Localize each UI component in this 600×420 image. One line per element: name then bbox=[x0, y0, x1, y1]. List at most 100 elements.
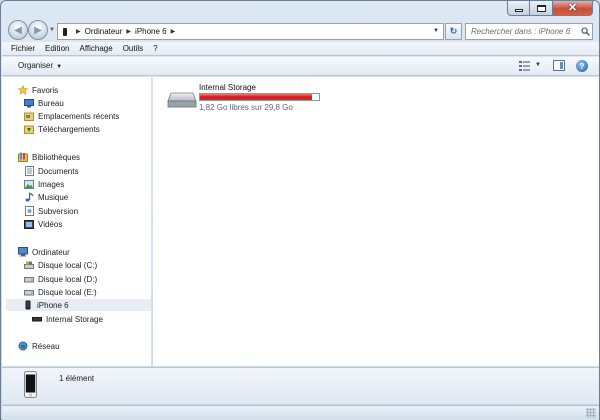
preview-pane-button[interactable] bbox=[553, 60, 565, 71]
tree-network[interactable]: Réseau bbox=[18, 340, 60, 352]
drive-icon bbox=[24, 287, 34, 297]
chevron-down-icon: ▼ bbox=[56, 64, 63, 70]
chevron-down-icon[interactable]: ▼ bbox=[535, 62, 541, 68]
tree-label: Bureau bbox=[38, 98, 64, 108]
navigation-pane: Favoris Bureau Emplacements récents Télé… bbox=[2, 77, 152, 366]
menu-help[interactable]: ? bbox=[148, 44, 162, 53]
menu-affichage[interactable]: Affichage bbox=[74, 44, 117, 53]
navigation-row: ◀ ▶ ▼ ▶ Ordinateur ▶ iPhone 6 ▶ ▼ ↻ Rech… bbox=[1, 18, 599, 42]
storage-icon bbox=[32, 314, 42, 324]
tree-label: Images bbox=[38, 179, 65, 189]
menu-bar: Fichier Edition Affichage Outils ? bbox=[2, 42, 599, 56]
help-icon: ? bbox=[579, 61, 585, 71]
view-options-icon bbox=[519, 61, 530, 71]
phone-icon bbox=[24, 371, 37, 398]
organize-button[interactable]: Organiser ▼ bbox=[18, 61, 62, 70]
chevron-right-icon[interactable]: ▶ bbox=[171, 28, 176, 35]
arrow-right-icon: ▶ bbox=[34, 24, 42, 36]
chevron-right-icon[interactable]: ▶ bbox=[126, 28, 131, 35]
recent-pages-dropdown[interactable]: ▼ bbox=[49, 27, 55, 33]
search-placeholder: Rechercher dans : iPhone 6 bbox=[471, 27, 571, 36]
tree-label: Disque local (C:) bbox=[38, 260, 98, 270]
images-icon bbox=[24, 179, 34, 189]
maximize-button[interactable] bbox=[530, 1, 553, 16]
drive-usage-fill bbox=[200, 94, 312, 100]
back-button[interactable]: ◀ bbox=[8, 20, 28, 40]
search-input[interactable]: Rechercher dans : iPhone 6 bbox=[465, 23, 593, 40]
tree-item-images[interactable]: Images bbox=[24, 178, 64, 190]
tree-label: Musique bbox=[38, 192, 69, 202]
computer-icon bbox=[18, 247, 28, 257]
drive-icon bbox=[24, 274, 34, 284]
tree-libraries[interactable]: Bibliothèques bbox=[18, 151, 80, 163]
tree-item-videos[interactable]: Vidéos bbox=[24, 218, 62, 230]
menu-outils[interactable]: Outils bbox=[118, 44, 148, 53]
star-icon bbox=[18, 85, 28, 95]
tree-item-recent-places[interactable]: Emplacements récents bbox=[24, 110, 119, 122]
tree-label: Téléchargements bbox=[38, 124, 100, 134]
breadcrumb-ordinateur[interactable]: Ordinateur bbox=[85, 27, 123, 36]
tree-label: Emplacements récents bbox=[38, 111, 120, 121]
tree-label: Documents bbox=[38, 166, 79, 176]
address-bar[interactable]: ▶ Ordinateur ▶ iPhone 6 ▶ ▼ bbox=[57, 23, 444, 40]
search-icon[interactable] bbox=[578, 27, 592, 36]
tree-item-drive-e[interactable]: Disque local (E:) bbox=[24, 286, 97, 298]
breadcrumb-iphone[interactable]: iPhone 6 bbox=[135, 27, 167, 36]
tree-label: Ordinateur bbox=[32, 247, 70, 257]
arrow-left-icon: ◀ bbox=[14, 24, 22, 36]
tree-favorites[interactable]: Favoris bbox=[18, 84, 58, 96]
tree-item-iphone[interactable]: iPhone 6 bbox=[6, 299, 151, 311]
minimize-button[interactable] bbox=[507, 1, 530, 16]
close-button[interactable]: ✕ bbox=[553, 1, 593, 16]
tree-label: Disque local (E:) bbox=[38, 287, 97, 297]
tree-item-internal-storage[interactable]: Internal Storage bbox=[32, 313, 103, 325]
chevron-down-icon[interactable]: ▼ bbox=[433, 28, 439, 34]
details-pane: 1 élément bbox=[2, 367, 599, 404]
tree-label: Disque local (D:) bbox=[38, 274, 98, 284]
drive-tile-internal-storage[interactable]: Internal Storage 1,82 Go libres sur 29,8… bbox=[161, 81, 341, 113]
videos-icon bbox=[24, 219, 34, 229]
drive-usage-bar bbox=[199, 93, 320, 101]
menu-edition[interactable]: Edition bbox=[40, 44, 74, 53]
tree-label: Favoris bbox=[32, 85, 59, 95]
minimize-icon bbox=[514, 9, 523, 12]
tree-computer[interactable]: Ordinateur bbox=[18, 246, 70, 258]
tree-item-subversion[interactable]: Subversion bbox=[24, 205, 78, 217]
tree-item-documents[interactable]: Documents bbox=[24, 165, 78, 177]
refresh-button[interactable]: ↻ bbox=[445, 23, 462, 40]
subversion-icon bbox=[24, 206, 34, 216]
item-count: 1 élément bbox=[59, 374, 95, 383]
refresh-icon: ↻ bbox=[449, 26, 458, 36]
help-button[interactable]: ? bbox=[576, 60, 588, 72]
chevron-right-icon[interactable]: ▶ bbox=[76, 28, 81, 35]
tree-label: iPhone 6 bbox=[37, 300, 69, 310]
explorer-window: ✕ ◀ ▶ ▼ ▶ Ordinateur ▶ iPhone 6 ▶ ▼ ↻ Re… bbox=[0, 0, 600, 420]
tree-item-downloads[interactable]: Téléchargements bbox=[24, 123, 100, 135]
documents-icon bbox=[24, 166, 34, 176]
forward-button[interactable]: ▶ bbox=[28, 20, 48, 40]
network-icon bbox=[18, 341, 28, 351]
recent-places-icon bbox=[24, 111, 34, 121]
tree-item-music[interactable]: Musique bbox=[24, 191, 68, 203]
tree-item-drive-c[interactable]: Disque local (C:) bbox=[24, 259, 97, 271]
tree-label: Internal Storage bbox=[46, 314, 103, 324]
tree-label: Vidéos bbox=[38, 219, 63, 229]
tree-label: Réseau bbox=[32, 341, 60, 351]
resize-grip[interactable] bbox=[586, 408, 596, 418]
tree-item-drive-d[interactable]: Disque local (D:) bbox=[24, 273, 97, 285]
drive-c-icon bbox=[24, 260, 34, 270]
content-pane: Internal Storage 1,82 Go libres sur 29,8… bbox=[153, 77, 599, 366]
drive-free-space: 1,82 Go libres sur 29,8 Go bbox=[199, 103, 293, 112]
menu-fichier[interactable]: Fichier bbox=[2, 44, 40, 53]
downloads-icon bbox=[24, 124, 34, 134]
organize-label: Organiser bbox=[18, 61, 54, 70]
tree-item-bureau[interactable]: Bureau bbox=[24, 97, 64, 109]
desktop-icon bbox=[24, 98, 34, 108]
libraries-icon bbox=[18, 152, 28, 162]
caption-buttons: ✕ bbox=[507, 1, 593, 16]
tree-label: Bibliothèques bbox=[32, 152, 81, 162]
command-bar: Organiser ▼ ▼ ? bbox=[2, 57, 599, 76]
music-icon bbox=[24, 192, 34, 202]
status-bar bbox=[2, 405, 599, 420]
maximize-icon bbox=[536, 4, 546, 12]
